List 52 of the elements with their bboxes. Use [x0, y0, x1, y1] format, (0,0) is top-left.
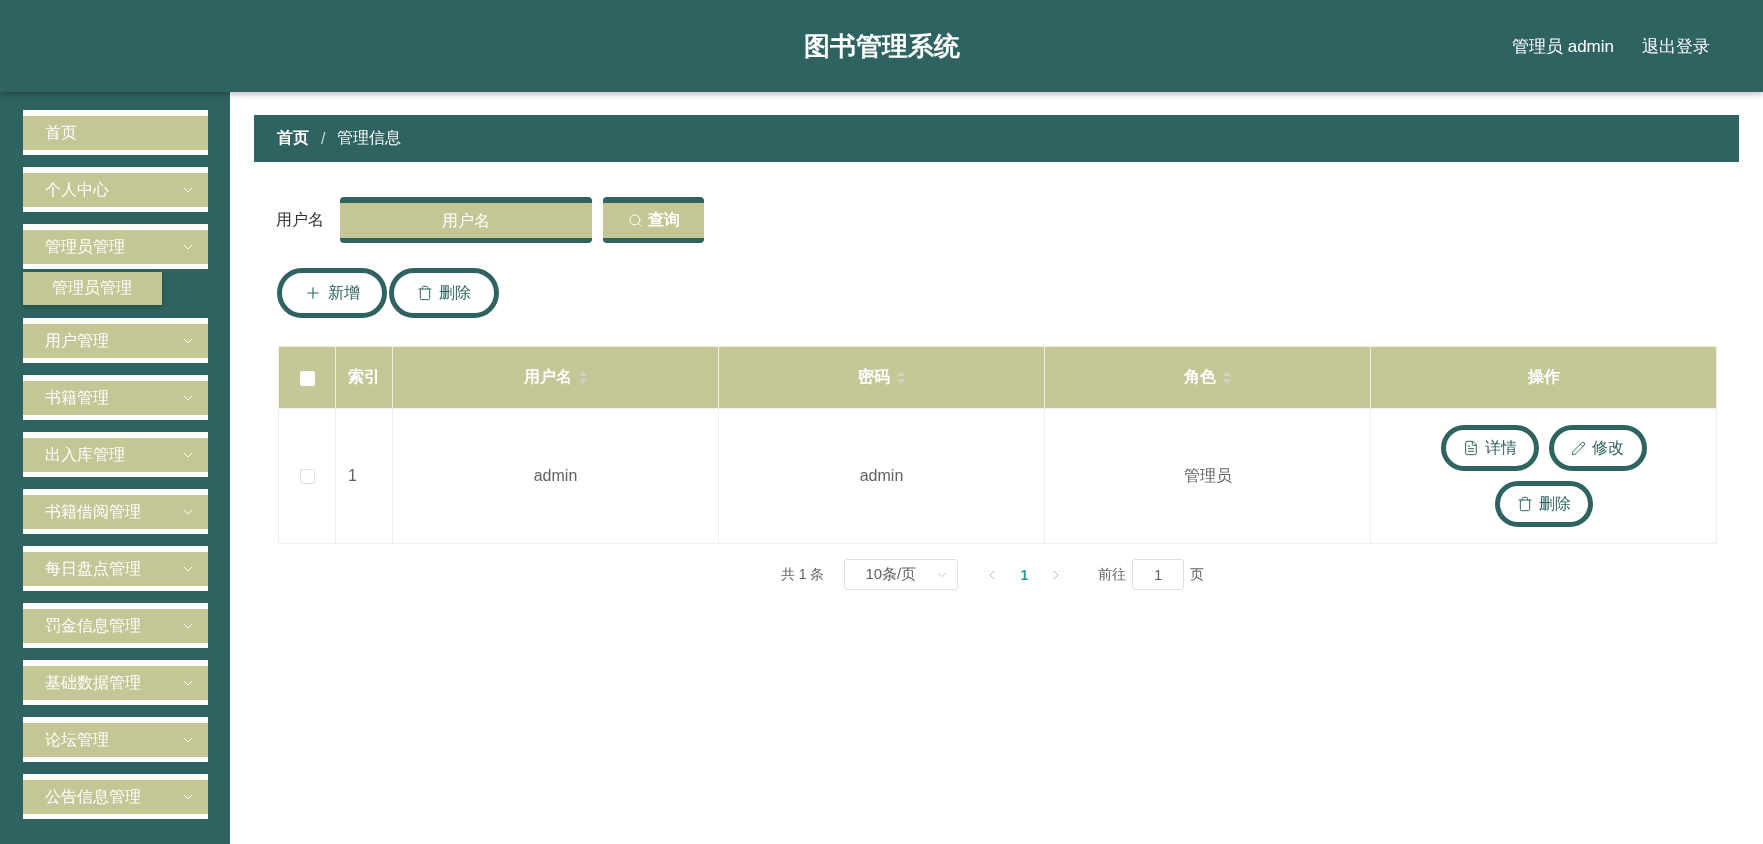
page-size-select[interactable]: 10条/页 [844, 559, 959, 590]
detail-button[interactable]: 详情 [1440, 425, 1539, 471]
sidebar-item[interactable]: 基础数据管理 [23, 660, 208, 705]
table-cell: admin [392, 408, 719, 544]
sidebar-item[interactable]: 书籍管理 [23, 375, 208, 420]
sidebar-item[interactable]: 出入库管理 [23, 432, 208, 477]
column-header: 用户名 [524, 367, 572, 387]
column-header: 密码 [858, 367, 890, 387]
goto-suffix: 页 [1190, 565, 1205, 584]
sidebar-item[interactable]: 论坛管理 [23, 717, 208, 762]
breadcrumb-current: 管理信息 [337, 128, 402, 148]
sidebar-item[interactable]: 个人中心 [23, 167, 208, 212]
table-cell: 管理员 [1044, 408, 1371, 544]
goto-label: 前往 [1098, 565, 1127, 584]
field-label: 用户名 [276, 209, 324, 230]
search-icon [627, 213, 643, 228]
goto-page-field[interactable]: 1 [1132, 559, 1185, 590]
sidebar-item[interactable]: 用户管理 [23, 318, 208, 363]
sort-icon[interactable] [1223, 371, 1231, 384]
search-field[interactable]: 用户名 [340, 197, 592, 243]
column-header: 角色 [1184, 367, 1216, 387]
search-button[interactable]: 查询 [603, 197, 704, 243]
user-name: 管理员 admin [1511, 35, 1614, 58]
table-cell: admin [718, 408, 1045, 544]
sidebar-item[interactable]: 公告信息管理 [23, 774, 208, 819]
sidebar-item[interactable]: 首页 [23, 110, 208, 155]
document-icon [1462, 440, 1479, 456]
column-header: 索引 [348, 367, 380, 387]
sidebar-item[interactable]: 每日盘点管理 [23, 546, 208, 591]
add-button[interactable]: 新增 [277, 268, 387, 318]
total-count: 共 1 条 [780, 565, 825, 584]
app-title: 图书管理系统 [803, 29, 960, 63]
sidebar-item[interactable]: 罚金信息管理 [23, 603, 208, 648]
trash-icon [1516, 496, 1533, 512]
edit-button[interactable]: 修改 [1548, 425, 1647, 471]
column-header: 操作 [1527, 367, 1560, 387]
delete-button[interactable]: 删除 [1494, 481, 1593, 527]
breadcrumb-link[interactable]: 首页 [277, 128, 309, 149]
table-cell: 1 [335, 408, 393, 544]
page-number[interactable]: 1 [1020, 566, 1029, 583]
sidebar-subitem[interactable]: 管理员管理 [23, 272, 162, 305]
sort-icon[interactable] [897, 371, 905, 384]
delete-button[interactable]: 删除 [389, 268, 499, 318]
trash-icon [417, 285, 433, 301]
pencil-icon [1571, 440, 1586, 456]
sidebar-item[interactable]: 管理员管理 [23, 224, 208, 269]
plus-icon [304, 284, 322, 302]
checkbox[interactable] [299, 469, 315, 485]
logout-link[interactable]: 退出登录 [1642, 34, 1710, 58]
sidebar-item[interactable]: 书籍借阅管理 [23, 489, 208, 534]
breadcrumb-separator: / [321, 129, 326, 148]
sort-icon[interactable] [579, 371, 587, 384]
